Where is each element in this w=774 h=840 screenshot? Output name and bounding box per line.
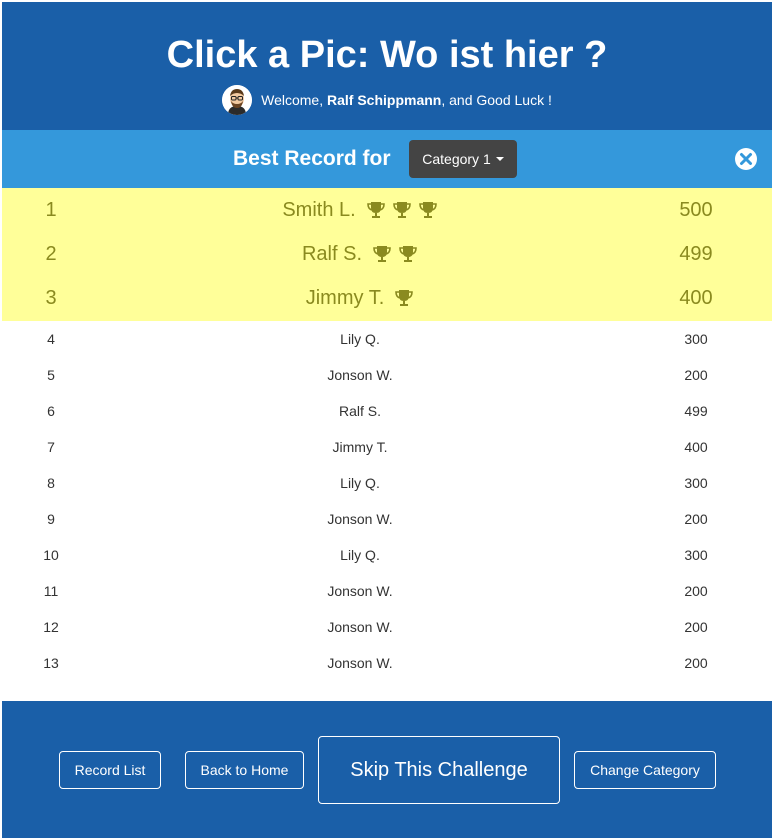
player-name: Ralf S. [301, 243, 363, 265]
change-category-button[interactable]: Change Category [574, 751, 716, 789]
table-row: 8 Lily Q. 300 [2, 465, 772, 501]
table-row: 5 Jonson W. 200 [2, 357, 772, 393]
table-row: 11 Jonson W. 200 [2, 573, 772, 609]
score-cell: 300 [684, 547, 708, 563]
table-row: 12 Jonson W. 200 [2, 609, 772, 645]
table-row: 6 Ralf S. 499 [2, 393, 772, 429]
rank-cell: 8 [47, 475, 55, 491]
name-cell: Jonson W. [327, 511, 393, 527]
rank-cell: 9 [47, 511, 55, 527]
record-list-button[interactable]: Record List [59, 751, 161, 789]
player-name: Jimmy T. [305, 287, 385, 309]
rank-cell: 2 [45, 243, 57, 265]
name-cell: Jonson W. [327, 367, 393, 383]
score-cell: 200 [684, 619, 708, 635]
score-cell: 300 [684, 475, 708, 491]
rank-cell: 4 [47, 331, 55, 347]
score-cell: 400 [679, 287, 713, 309]
trophies [366, 244, 418, 264]
name-cell: Ralf S. [338, 403, 381, 419]
top-record-row: 1 Smith L. 500 [2, 188, 772, 232]
record-list: 4 Lily Q. 300 5 Jonson W. 200 6 Ralf S. 499 7 Jimm… [2, 321, 772, 701]
rank-cell: 11 [43, 583, 59, 599]
score-cell: 499 [679, 243, 713, 265]
name-cell: Jimmy T. [332, 439, 388, 455]
rank-cell: 7 [47, 439, 55, 455]
avatar-icon [222, 85, 253, 115]
header: Click a Pic: Wo ist hier ? Welcome, Ralf… [2, 2, 772, 130]
trophy-icon [418, 200, 438, 220]
trophy-icon [366, 200, 386, 220]
caret-down-icon [495, 157, 504, 161]
trophy-icon [372, 244, 392, 264]
name-cell: Ralf S. [100, 232, 620, 276]
table-row: 4 Lily Q. 300 [2, 321, 772, 357]
name-cell: Lily Q. [340, 475, 380, 491]
score-cell: 500 [679, 199, 713, 221]
rank-cell: 3 [45, 287, 57, 309]
close-icon[interactable] [734, 147, 758, 171]
table-row: 7 Jimmy T. 400 [2, 429, 772, 465]
trophy-icon [398, 244, 418, 264]
rank-cell: 5 [47, 367, 55, 383]
welcome-line: Welcome, Ralf Schippmann , and Good Luck… [2, 84, 772, 116]
trophy-icon [394, 288, 414, 308]
footer: Record List Back to Home Skip This Chall… [2, 701, 772, 838]
table-row: 13 Jonson W. 200 [2, 645, 772, 681]
top-records: 1 Smith L. 500 2 Ralf S. 499 3 Jimmy T. 400 [2, 188, 772, 321]
rank-cell: 10 [43, 547, 59, 563]
trophy-icon [392, 200, 412, 220]
rank-cell: 1 [45, 199, 57, 221]
page: Click a Pic: Wo ist hier ? Welcome, Ralf… [0, 0, 774, 840]
score-cell: 499 [684, 403, 708, 419]
score-cell: 200 [684, 655, 708, 671]
player-name: Smith L. [282, 199, 356, 221]
rank-cell: 13 [43, 655, 59, 671]
top-record-row: 2 Ralf S. 499 [2, 232, 772, 276]
name-cell: Lily Q. [340, 331, 380, 347]
score-cell: 300 [684, 331, 708, 347]
trophies [388, 288, 414, 308]
score-cell: 200 [684, 583, 708, 599]
name-cell: Jonson W. [327, 619, 393, 635]
category-dropdown[interactable]: Category 1 [409, 140, 517, 178]
table-row: 9 Jonson W. 200 [2, 501, 772, 537]
rank-cell: 6 [47, 403, 55, 419]
record-bar: Best Record for Category 1 [2, 130, 772, 188]
name-cell: Jonson W. [327, 655, 393, 671]
name-cell: Lily Q. [340, 547, 380, 563]
back-to-home-button[interactable]: Back to Home [185, 751, 304, 789]
page-title: Click a Pic: Wo ist hier ? [166, 34, 608, 76]
welcome-suffix: , and Good Luck ! [441, 92, 552, 108]
skip-challenge-button[interactable]: Skip This Challenge [318, 736, 560, 804]
app-frame: Click a Pic: Wo ist hier ? Welcome, Ralf… [2, 2, 772, 838]
user-name: Ralf Schippmann [326, 92, 442, 108]
score-cell: 200 [684, 367, 708, 383]
score-cell: 400 [684, 439, 708, 455]
name-cell: Jimmy T. [100, 276, 620, 320]
rank-cell: 12 [43, 619, 59, 635]
score-cell: 200 [684, 511, 708, 527]
name-cell: Smith L. [100, 188, 620, 232]
table-row: 10 Lily Q. 300 [2, 537, 772, 573]
welcome-prefix: Welcome, [261, 92, 327, 108]
trophies [360, 200, 438, 220]
name-cell: Jonson W. [327, 583, 393, 599]
best-record-label: Best Record for [233, 147, 391, 170]
top-record-row: 3 Jimmy T. 400 [2, 276, 772, 320]
category-selected: Category 1 [422, 151, 491, 167]
